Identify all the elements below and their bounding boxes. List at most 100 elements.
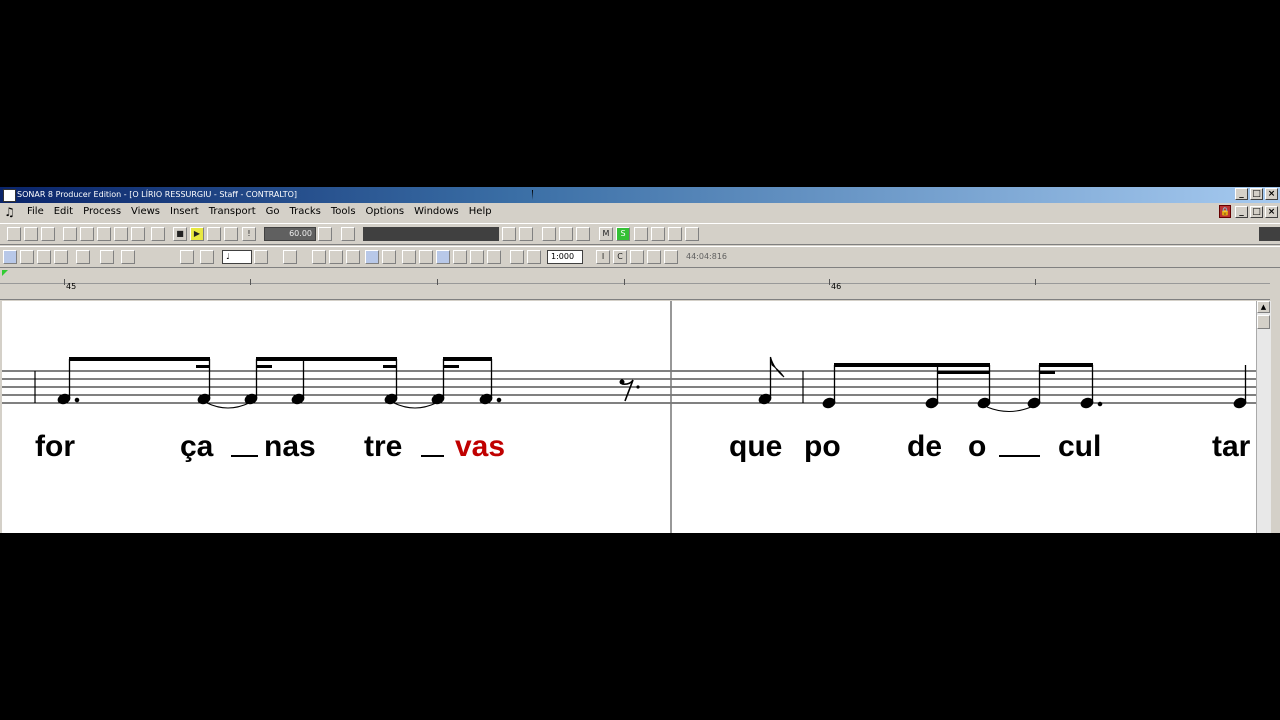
panic-icon[interactable]: !: [242, 227, 256, 241]
dropdown-option-icon[interactable]: [502, 227, 516, 241]
lyric-syllable[interactable]: que: [729, 432, 782, 462]
record-auto-icon[interactable]: [224, 227, 238, 241]
menu-tools[interactable]: Tools: [326, 203, 361, 221]
doc-maximize-button[interactable]: □: [1250, 206, 1263, 218]
zoom-in-icon[interactable]: [100, 250, 114, 264]
chord-icon[interactable]: [312, 250, 326, 264]
tempo-field[interactable]: 60.00: [264, 227, 316, 241]
dotted-icon[interactable]: [510, 250, 524, 264]
midi-reset-icon[interactable]: [685, 227, 699, 241]
chord-button[interactable]: C: [613, 250, 627, 264]
document-menu-icon[interactable]: ♫: [3, 206, 16, 218]
lyric-syllable[interactable]: ça: [180, 432, 213, 462]
lyric-syllable[interactable]: o: [968, 432, 986, 462]
lyric-syllable[interactable]: tar: [1212, 432, 1250, 462]
snap-value-field[interactable]: 1:000: [547, 250, 583, 264]
stop-icon[interactable]: ■: [173, 227, 187, 241]
audio-engine-icon[interactable]: [651, 227, 665, 241]
expression-icon[interactable]: [329, 250, 343, 264]
doc-minimize-button[interactable]: _: [1235, 206, 1248, 218]
menu-process[interactable]: Process: [78, 203, 126, 221]
arm-track-icon[interactable]: [634, 227, 648, 241]
menu-go[interactable]: Go: [261, 203, 285, 221]
thirtysecond-note-icon[interactable]: [487, 250, 501, 264]
dot-icon[interactable]: [254, 250, 268, 264]
lock-icon[interactable]: 🔒: [1219, 205, 1231, 218]
lyric-syllable[interactable]: for: [35, 432, 75, 462]
time-ruler[interactable]: 45 46: [0, 269, 1270, 300]
flip-stem-icon[interactable]: [283, 250, 297, 264]
lyric-syllable[interactable]: tre: [364, 432, 402, 462]
event-list-icon[interactable]: [114, 227, 128, 241]
piano-roll-icon[interactable]: [80, 227, 94, 241]
menu-file[interactable]: File: [22, 203, 49, 221]
select-tool-icon[interactable]: [3, 250, 17, 264]
menu-insert[interactable]: Insert: [165, 203, 204, 221]
menu-help[interactable]: Help: [464, 203, 497, 221]
fill-durations-icon[interactable]: [180, 250, 194, 264]
zoom-out-icon[interactable]: [76, 250, 90, 264]
snap-icon[interactable]: [519, 227, 533, 241]
menu-tracks[interactable]: Tracks: [285, 203, 326, 221]
track-view-icon[interactable]: [63, 227, 77, 241]
whole-note-icon[interactable]: [402, 250, 416, 264]
erase-tool-icon[interactable]: [37, 250, 51, 264]
lyric-syllable[interactable]: cul: [1058, 432, 1101, 462]
loop-explorer-icon[interactable]: [151, 227, 165, 241]
menu-views[interactable]: Views: [126, 203, 165, 221]
staff-notation[interactable]: [2, 301, 1256, 533]
slur-icon[interactable]: [647, 250, 661, 264]
fretboard-icon[interactable]: [365, 250, 379, 264]
triplet-icon[interactable]: [527, 250, 541, 264]
solo-track-button[interactable]: S: [616, 227, 630, 241]
mute-track-button[interactable]: M: [599, 227, 613, 241]
trim-durations-icon[interactable]: [200, 250, 214, 264]
insert-button[interactable]: I: [596, 250, 610, 264]
marker-dropdown[interactable]: [363, 227, 499, 241]
sixteenth-note-icon[interactable]: [470, 250, 484, 264]
scroll-thumb[interactable]: [1257, 315, 1270, 329]
lyric-syllable-selected[interactable]: vas: [455, 432, 505, 462]
menu-transport[interactable]: Transport: [204, 203, 261, 221]
tempo-tap-icon[interactable]: [318, 227, 332, 241]
open-file-icon[interactable]: [24, 227, 38, 241]
note-duration-dropdown[interactable]: ♩: [222, 250, 252, 264]
maximize-button[interactable]: □: [1250, 188, 1263, 200]
lyrics-icon[interactable]: [382, 250, 396, 264]
new-file-icon[interactable]: [7, 227, 21, 241]
scrub-tool-icon[interactable]: [54, 250, 68, 264]
eighth-note-icon[interactable]: [453, 250, 467, 264]
punch-icon[interactable]: [559, 227, 573, 241]
half-note-icon[interactable]: [419, 250, 433, 264]
scroll-up-icon[interactable]: ▲: [1257, 301, 1270, 313]
draw-tool-icon[interactable]: [20, 250, 34, 264]
grid-icon[interactable]: [121, 250, 135, 264]
lyric-syllable[interactable]: nas: [264, 432, 316, 462]
note-group[interactable]: [57, 357, 502, 409]
quarter-note-icon[interactable]: [436, 250, 450, 264]
hairpin-icon[interactable]: [346, 250, 360, 264]
console-view-icon[interactable]: [131, 227, 145, 241]
loop-icon[interactable]: [542, 227, 556, 241]
metronome-icon[interactable]: [341, 227, 355, 241]
eighth-rest[interactable]: [619, 379, 640, 402]
menu-options[interactable]: Options: [361, 203, 410, 221]
lyric-syllable[interactable]: po: [804, 432, 841, 462]
pedal-icon[interactable]: [630, 250, 644, 264]
vertical-scrollbar[interactable]: ▲: [1256, 301, 1271, 533]
menu-windows[interactable]: Windows: [409, 203, 464, 221]
staff-view-icon[interactable]: [97, 227, 111, 241]
now-marker-icon[interactable]: [2, 270, 8, 276]
record-icon[interactable]: [207, 227, 221, 241]
play-icon[interactable]: ▶: [190, 227, 204, 241]
doc-close-button[interactable]: ×: [1265, 206, 1278, 218]
auto-punch-icon[interactable]: [576, 227, 590, 241]
close-button[interactable]: ×: [1265, 188, 1278, 200]
save-file-icon[interactable]: [41, 227, 55, 241]
sync-icon[interactable]: [668, 227, 682, 241]
staff-pane[interactable]: for ça nas tre vas que po de o cul tar: [2, 301, 1256, 533]
title-bar[interactable]: SONAR 8 Producer Edition - [O LÍRIO RESS…: [0, 187, 1280, 203]
lyric-syllable[interactable]: de: [907, 432, 942, 462]
print-preview-icon[interactable]: [664, 250, 678, 264]
note-group[interactable]: [758, 356, 785, 405]
